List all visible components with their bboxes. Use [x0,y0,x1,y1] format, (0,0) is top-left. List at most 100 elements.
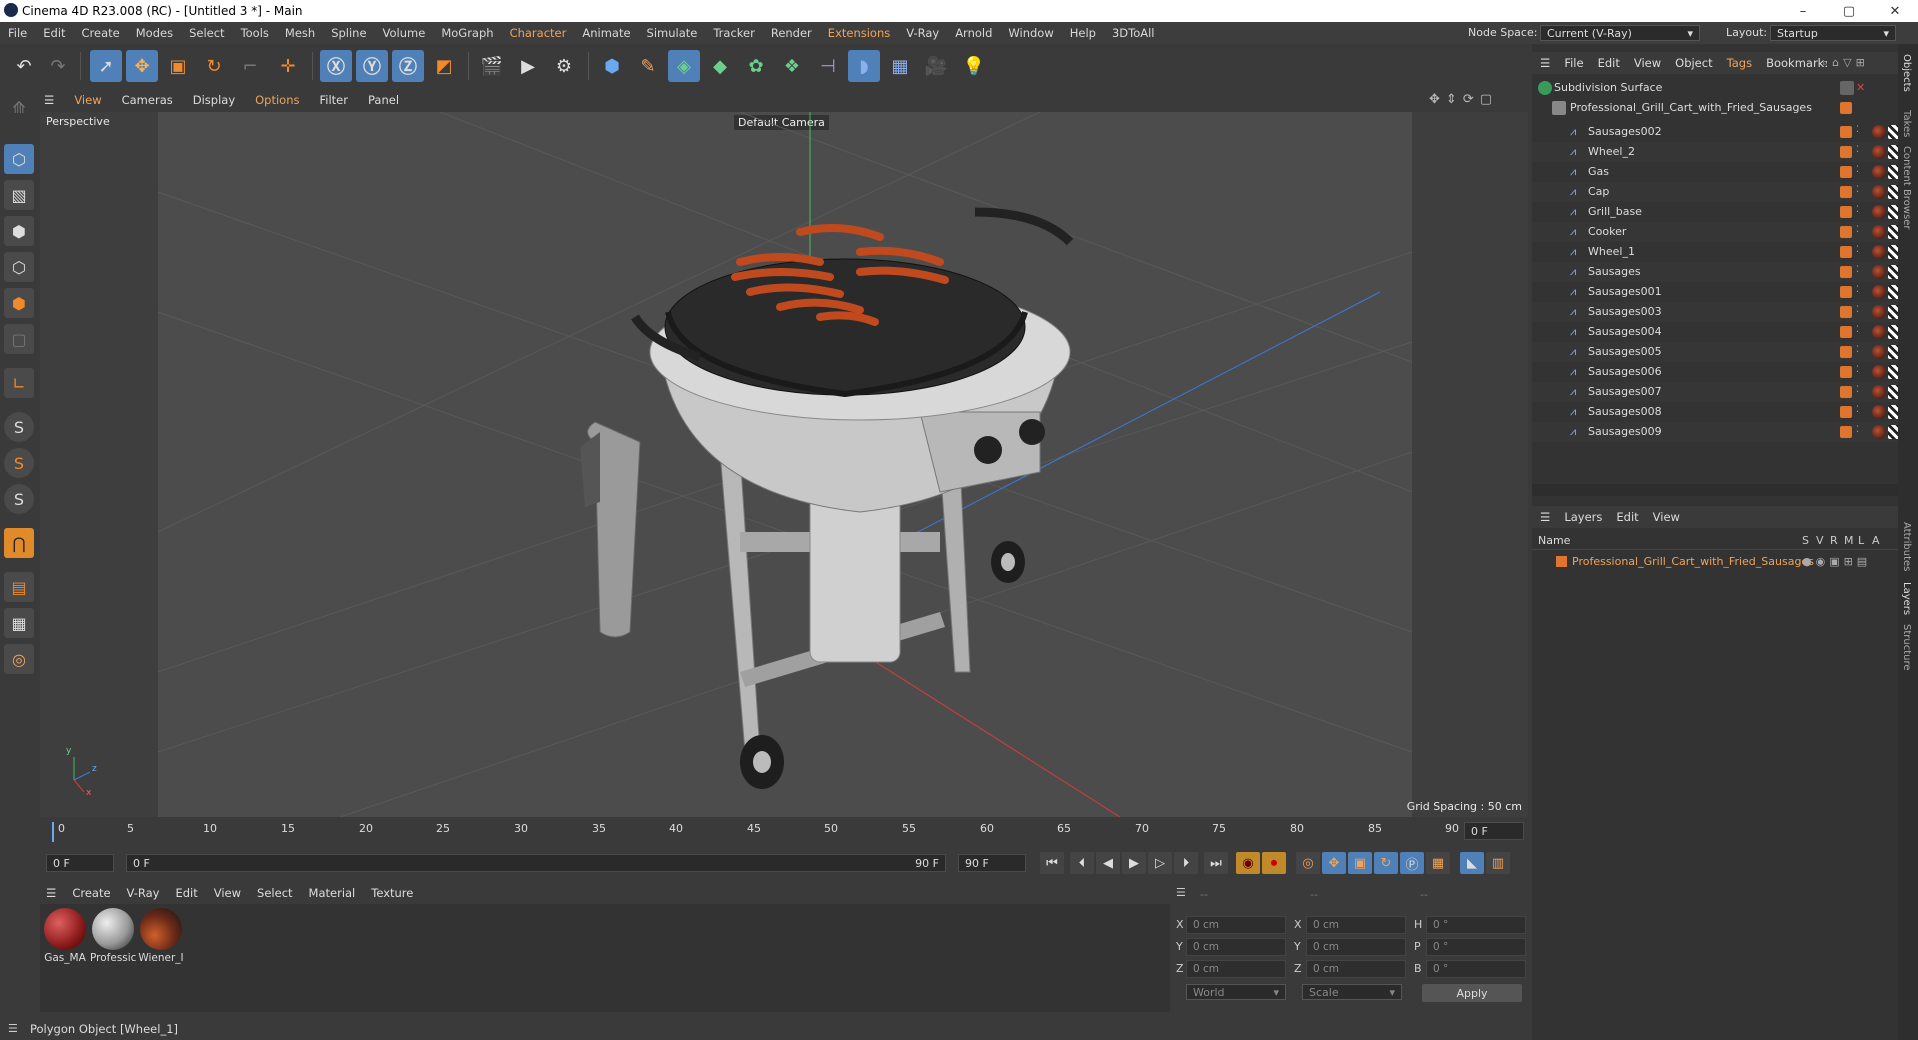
go-to-end-icon[interactable]: ⏭ [1204,852,1228,874]
menu-help[interactable]: Help [1062,26,1104,40]
material-tag-icon[interactable] [1872,345,1886,359]
object-row[interactable]: ⩘ Sausages002 ⁚ [1532,122,1900,142]
quantize-icon[interactable]: S [4,484,34,514]
grill-cart-model[interactable] [580,207,1074,789]
menu-spline[interactable]: Spline [323,26,374,40]
y-axis-lock-icon[interactable]: Ⓨ [356,50,388,82]
mograph-cloner-icon[interactable]: ✿ [740,50,772,82]
redo-icon[interactable]: ↷ [42,50,74,82]
edges-mode-icon[interactable]: ⬡ [4,252,34,282]
material-tag-icon[interactable] [1872,265,1886,279]
menu-modes[interactable]: Modes [128,26,181,40]
object-menu-tags[interactable]: Tags [1720,56,1759,70]
node-space-dropdown[interactable]: Current (V-Ray) ▾ [1540,25,1700,41]
menu-extensions[interactable]: Extensions [820,26,898,40]
position-z-field[interactable]: 0 cm [1186,960,1286,978]
subdivision-icon[interactable]: ◈ [668,50,700,82]
object-row[interactable]: ⩘ Sausages001 ⁚ [1532,282,1900,302]
key-rotation-icon[interactable]: ↻ [1374,852,1398,874]
layer-color-swatch[interactable] [1556,556,1567,567]
layer-color-tag[interactable] [1840,186,1852,198]
menu-animate[interactable]: Animate [574,26,638,40]
previous-key-icon[interactable]: ⏴ [1070,852,1094,874]
hamburger-icon[interactable]: ☰ [40,886,64,900]
hamburger-icon[interactable]: ☰ [1532,510,1557,524]
grid-points-icon[interactable]: ▦ [4,608,34,638]
visibility-dots-icon[interactable]: ⁚ [1856,305,1870,319]
material-menu-material[interactable]: Material [301,886,364,900]
key-position-icon[interactable]: ✥ [1322,852,1346,874]
scale-tool-icon[interactable]: ▣ [162,50,194,82]
material-swatch[interactable]: Gas_MA [42,908,88,964]
polygons-mode-icon[interactable]: ⬢ [4,288,34,318]
size-z-field[interactable]: 0 cm [1306,960,1406,978]
rotation-h-field[interactable]: 0 ° [1426,916,1526,934]
frame-range-slider[interactable]: 0 F 90 F [126,854,946,872]
menu-character[interactable]: Character [502,26,575,40]
visibility-dots-icon[interactable]: ⁚ [1856,125,1870,139]
light-icon[interactable]: 💡 [958,50,990,82]
object-row[interactable]: ⩘ Sausages007 ⁚ [1532,382,1900,402]
object-row[interactable]: Professional_Grill_Cart_with_Fried_Sausa… [1532,98,1898,118]
minimize-button[interactable]: – [1780,0,1826,22]
material-swatch[interactable]: Wiener_I [138,908,184,964]
object-menu-object[interactable]: Object [1668,56,1719,70]
viewport-menu-view[interactable]: View [64,93,111,107]
object-menu-edit[interactable]: Edit [1591,56,1627,70]
close-button[interactable]: ✕ [1872,0,1918,22]
floor-icon[interactable]: ▦ [884,50,916,82]
menu-window[interactable]: Window [1000,26,1061,40]
layer-color-tag[interactable] [1840,146,1852,158]
snap-settings-icon[interactable]: S [4,448,34,478]
magnet-icon[interactable]: ⋂ [4,528,34,558]
object-row[interactable]: ⩘ Cooker ⁚ [1532,222,1900,242]
object-row[interactable]: ⩘ Wheel_1 ⁚ [1532,242,1900,262]
undo-icon[interactable]: ↶ [8,50,40,82]
visibility-dots-icon[interactable]: ⁚ [1856,405,1870,419]
visibility-dots-icon[interactable]: ⁚ [1856,165,1870,179]
visibility-dots-icon[interactable]: ⁚ [1856,265,1870,279]
workplane-icon[interactable]: ∟ [4,368,34,398]
horizontal-scrollbar[interactable] [1532,484,1898,496]
viewport-menu-display[interactable]: Display [183,93,245,107]
visibility-dots-icon[interactable]: ⁚ [1856,185,1870,199]
coord-mode-dropdown[interactable]: World ▾ [1186,984,1286,1000]
layer-color-tag[interactable] [1840,326,1852,338]
object-row[interactable]: ⩘ Cap ⁚ [1532,182,1900,202]
material-tag-icon[interactable] [1872,325,1886,339]
position-y-field[interactable]: 0 cm [1186,938,1286,956]
object-row[interactable]: ⩘ Sausages006 ⁚ [1532,362,1900,382]
layer-color-tag[interactable] [1840,126,1852,138]
material-menu-texture[interactable]: Texture [363,886,421,900]
key-parameter-icon[interactable]: Ⓟ [1400,852,1424,874]
layer-color-tag[interactable] [1840,206,1852,218]
texture-mode-icon[interactable]: ▧ [4,180,34,210]
material-tag-icon[interactable] [1872,305,1886,319]
layers-menu-layers[interactable]: Layers [1557,510,1609,524]
apply-button[interactable]: Apply [1422,984,1522,1002]
material-tag-icon[interactable] [1872,225,1886,239]
viewport-menu-panel[interactable]: Panel [358,93,409,107]
viewport-menu-cameras[interactable]: Cameras [112,93,183,107]
rotate-tool-icon[interactable]: ↻ [198,50,230,82]
array-icon[interactable]: ❖ [776,50,808,82]
menu-select[interactable]: Select [181,26,232,40]
visibility-dots-icon[interactable]: ⁚ [1856,225,1870,239]
object-row[interactable]: ⩘ Sausages003 ⁚ [1532,302,1900,322]
material-tag-icon[interactable] [1872,425,1886,439]
material-tag-icon[interactable] [1872,365,1886,379]
material-tag-icon[interactable] [1872,185,1886,199]
menu-vray[interactable]: V-Ray [898,26,947,40]
snap-s-icon[interactable]: S [4,412,34,442]
position-x-field[interactable]: 0 cm [1186,916,1286,934]
material-tag-icon[interactable] [1872,285,1886,299]
menu-tools[interactable]: Tools [233,26,277,40]
menu-render[interactable]: Render [763,26,820,40]
menu-tracker[interactable]: Tracker [705,26,763,40]
coord-scale-dropdown[interactable]: Scale ▾ [1302,984,1402,1000]
maximize-button[interactable]: ▢ [1826,0,1872,22]
make-editable-icon[interactable]: ⟰ [4,92,34,122]
material-tag-icon[interactable] [1872,205,1886,219]
recent-tool-icon[interactable]: ⌐ [234,50,266,82]
x-axis-lock-icon[interactable]: Ⓧ [320,50,352,82]
